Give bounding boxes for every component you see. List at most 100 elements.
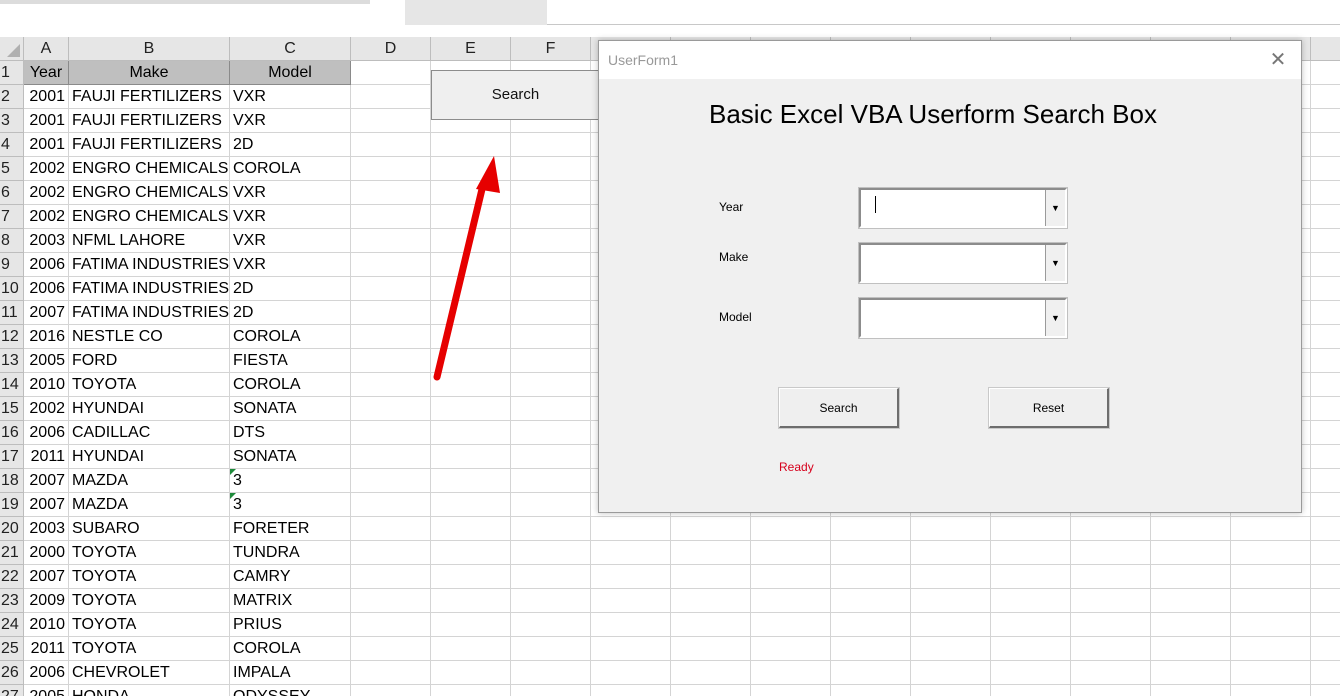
cell[interactable] [1311, 205, 1340, 229]
table-cell[interactable]: MAZDA [69, 469, 230, 493]
cell[interactable] [431, 565, 511, 589]
cell[interactable] [1311, 541, 1340, 565]
cell[interactable] [351, 205, 431, 229]
cell[interactable] [351, 301, 431, 325]
table-cell[interactable]: HYUNDAI [69, 445, 230, 469]
cell[interactable] [431, 637, 511, 661]
table-cell[interactable]: FIESTA [230, 349, 351, 373]
table-cell[interactable]: COROLA [230, 373, 351, 397]
row-header[interactable]: 3 [0, 109, 24, 133]
table-header-cell[interactable]: Make [69, 61, 230, 85]
cell[interactable] [1071, 565, 1151, 589]
cell[interactable] [671, 613, 751, 637]
row-header[interactable]: 22 [0, 565, 24, 589]
cell[interactable] [431, 541, 511, 565]
cell[interactable] [591, 661, 671, 685]
cell[interactable] [1311, 517, 1340, 541]
table-cell[interactable]: ENGRO CHEMICALS [69, 205, 230, 229]
row-header[interactable]: 18 [0, 469, 24, 493]
cell[interactable] [1311, 421, 1340, 445]
cell[interactable] [511, 373, 591, 397]
column-header-f[interactable]: F [511, 37, 591, 61]
cell[interactable] [351, 325, 431, 349]
cell[interactable] [511, 613, 591, 637]
cell[interactable] [671, 685, 751, 696]
cell[interactable] [671, 637, 751, 661]
row-header[interactable]: 19 [0, 493, 24, 517]
table-cell[interactable]: 2007 [24, 469, 69, 493]
table-cell[interactable]: HONDA [69, 685, 230, 696]
table-cell[interactable]: NFML LAHORE [69, 229, 230, 253]
row-header[interactable]: 5 [0, 157, 24, 181]
cell[interactable] [1311, 349, 1340, 373]
table-cell[interactable]: ENGRO CHEMICALS [69, 157, 230, 181]
table-header-cell[interactable]: Year [24, 61, 69, 85]
cell[interactable] [1311, 325, 1340, 349]
cell[interactable] [1311, 277, 1340, 301]
cell[interactable] [911, 565, 991, 589]
table-cell[interactable]: TOYOTA [69, 613, 230, 637]
cell[interactable] [431, 517, 511, 541]
sheet-search-button[interactable]: Search [431, 70, 601, 120]
table-cell[interactable]: TOYOTA [69, 541, 230, 565]
cell[interactable] [1311, 229, 1340, 253]
row-header[interactable]: 12 [0, 325, 24, 349]
model-combobox[interactable]: ▼ [858, 297, 1068, 339]
cell[interactable] [831, 565, 911, 589]
cell[interactable] [751, 589, 831, 613]
row-header[interactable]: 4 [0, 133, 24, 157]
cell[interactable] [1311, 565, 1340, 589]
table-cell[interactable]: SUBARO [69, 517, 230, 541]
table-cell[interactable]: 2002 [24, 205, 69, 229]
year-combobox-value[interactable] [873, 196, 1043, 220]
cell[interactable] [511, 157, 591, 181]
cell[interactable] [1231, 661, 1311, 685]
cell[interactable] [351, 613, 431, 637]
row-header[interactable]: 17 [0, 445, 24, 469]
cell[interactable] [351, 181, 431, 205]
table-cell[interactable]: 2007 [24, 565, 69, 589]
cell[interactable] [431, 349, 511, 373]
cell[interactable] [911, 637, 991, 661]
table-cell[interactable]: VXR [230, 253, 351, 277]
table-cell[interactable]: 2006 [24, 661, 69, 685]
cell[interactable] [1151, 589, 1231, 613]
cell[interactable] [671, 661, 751, 685]
cell[interactable] [351, 421, 431, 445]
table-cell[interactable]: 2005 [24, 349, 69, 373]
cell[interactable] [911, 541, 991, 565]
table-cell[interactable]: TOYOTA [69, 637, 230, 661]
cell[interactable] [591, 685, 671, 696]
cell[interactable] [1231, 565, 1311, 589]
cell[interactable] [511, 277, 591, 301]
table-cell[interactable]: VXR [230, 181, 351, 205]
cell[interactable] [351, 445, 431, 469]
table-cell[interactable]: 2006 [24, 253, 69, 277]
cell[interactable] [1151, 517, 1231, 541]
table-cell[interactable]: FATIMA INDUSTRIES [69, 277, 230, 301]
close-icon[interactable]: ✕ [1263, 45, 1293, 75]
cell[interactable] [591, 613, 671, 637]
cell[interactable] [1071, 661, 1151, 685]
cell[interactable] [1151, 565, 1231, 589]
chevron-down-icon[interactable]: ▼ [1045, 300, 1065, 336]
cell[interactable] [991, 565, 1071, 589]
cell[interactable] [591, 589, 671, 613]
row-header[interactable]: 27 [0, 685, 24, 696]
table-cell[interactable]: 2009 [24, 589, 69, 613]
cell[interactable] [991, 517, 1071, 541]
table-cell[interactable]: PRIUS [230, 613, 351, 637]
cell[interactable] [1311, 397, 1340, 421]
cell[interactable] [511, 445, 591, 469]
table-cell[interactable]: 2007 [24, 493, 69, 517]
table-cell[interactable]: 2D [230, 133, 351, 157]
table-cell[interactable]: VXR [230, 109, 351, 133]
table-cell[interactable]: 2001 [24, 133, 69, 157]
cell[interactable] [751, 541, 831, 565]
cell[interactable] [1231, 637, 1311, 661]
cell[interactable] [351, 589, 431, 613]
cell[interactable] [511, 565, 591, 589]
cell[interactable] [831, 589, 911, 613]
cell[interactable] [351, 565, 431, 589]
cell[interactable] [351, 85, 431, 109]
